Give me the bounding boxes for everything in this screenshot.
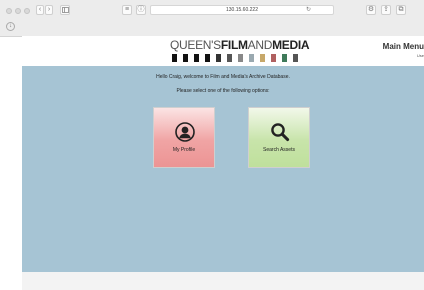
info-button[interactable]: ⓘ xyxy=(136,5,146,15)
back-button[interactable]: ‹ xyxy=(36,5,44,15)
search-assets-label: Search Assets xyxy=(263,147,295,153)
logo-part-and: AND xyxy=(247,38,273,52)
chevron-left-icon: ‹ xyxy=(38,6,42,13)
logo-text: QUEEN'SFILMANDMEDIA xyxy=(170,38,310,52)
reader-button[interactable]: ≡ xyxy=(122,5,132,15)
share-button[interactable]: ⇪ xyxy=(381,5,391,15)
reader-icon: ≡ xyxy=(124,6,130,13)
sidebar-icon xyxy=(61,7,69,13)
downloads-icon[interactable]: ↓ xyxy=(6,22,15,31)
chevron-right-icon: › xyxy=(47,6,51,13)
info-icon: ⓘ xyxy=(137,6,145,13)
zoom-window-icon[interactable] xyxy=(24,8,30,14)
logo-part-queens: QUEEN'S xyxy=(170,38,221,52)
filmstrip-graphic xyxy=(172,54,299,62)
user-icon xyxy=(175,122,195,142)
sidebar-button[interactable] xyxy=(60,5,70,15)
url-text: 130.15.60.222 xyxy=(226,7,258,13)
share-icon: ⇪ xyxy=(383,6,389,13)
my-profile-button[interactable]: My Profile xyxy=(153,107,215,168)
main-content: Hello Craig, welcome to Film and Media's… xyxy=(22,66,424,272)
logo[interactable]: QUEEN'SFILMANDMEDIA xyxy=(170,38,310,64)
window-controls xyxy=(6,8,30,14)
gear-icon: ⚙ xyxy=(367,6,375,13)
logo-part-film: FILM xyxy=(220,38,248,52)
welcome-message: Hello Craig, welcome to Film and Media's… xyxy=(156,74,290,80)
page-footer xyxy=(22,272,424,290)
page-title: Main Menu xyxy=(382,42,424,51)
search-icon xyxy=(271,123,290,142)
tabs-button[interactable]: ⧉ xyxy=(396,5,406,15)
instruction-text: Please select one of the following optio… xyxy=(176,88,270,94)
user-menu-link[interactable]: Use xyxy=(417,53,424,58)
my-profile-label: My Profile xyxy=(172,147,196,153)
minimize-window-icon[interactable] xyxy=(15,8,21,14)
search-assets-button[interactable]: Search Assets xyxy=(248,107,310,168)
tabs-icon: ⧉ xyxy=(398,6,404,13)
browser-toolbar: ‹ › ≡ ⓘ 130.15.60.222 ↻ ⚙ ⇪ ⧉ ↓ xyxy=(0,0,424,37)
site-header: QUEEN'SFILMANDMEDIA Main Menu Use xyxy=(22,36,424,66)
filmstrip-cell xyxy=(292,54,299,62)
logo-part-media: MEDIA xyxy=(272,38,310,52)
forward-button[interactable]: › xyxy=(45,5,53,15)
extension-button[interactable]: ⚙ xyxy=(366,5,376,15)
close-window-icon[interactable] xyxy=(6,8,12,14)
reload-icon[interactable]: ↻ xyxy=(306,6,311,15)
address-bar[interactable]: 130.15.60.222 ↻ xyxy=(150,5,334,15)
